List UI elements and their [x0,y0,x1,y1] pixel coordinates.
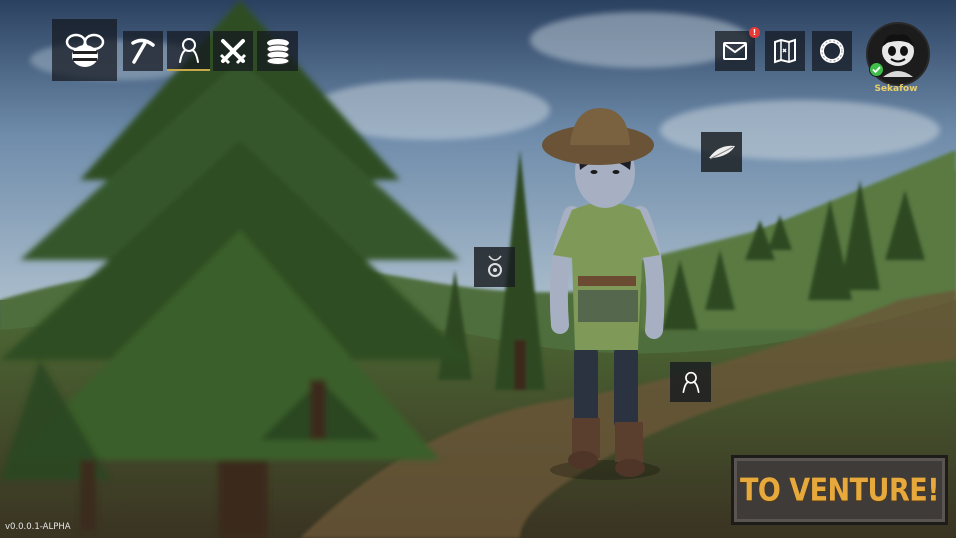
person-icon [682,371,699,393]
bee-icon [65,33,104,67]
person-icon [178,38,199,63]
crossed-swords-icon [219,39,247,65]
nav-combat[interactable] [213,31,253,71]
amulet-icon [487,255,502,277]
nav-character[interactable] [167,31,210,71]
appearance-slot[interactable] [670,362,711,402]
mail-button[interactable]: ! [715,27,760,71]
map-icon [774,38,796,64]
nav-mining[interactable] [123,31,163,71]
to-venture-button[interactable]: TO VENTURE! [731,455,948,525]
version-label: v0.0.0.1-ALPHA [5,522,71,532]
pickaxe-icon [131,38,155,64]
feather-slot[interactable] [701,132,742,172]
nav-coins[interactable] [257,31,298,71]
ring-button[interactable] [812,31,852,71]
mail-icon [723,42,747,60]
to-venture-label: TO VENTURE! [739,472,940,508]
coin-stack-icon [266,39,289,65]
mail-notification-badge: ! [749,27,760,38]
feather-icon [708,145,735,160]
ring-icon [820,39,844,63]
map-button[interactable] [765,31,805,71]
player-username: Sekafow [874,84,918,94]
nav-bee-colony[interactable] [52,19,117,81]
amulet-slot[interactable] [474,247,515,287]
online-status-icon [869,62,884,77]
